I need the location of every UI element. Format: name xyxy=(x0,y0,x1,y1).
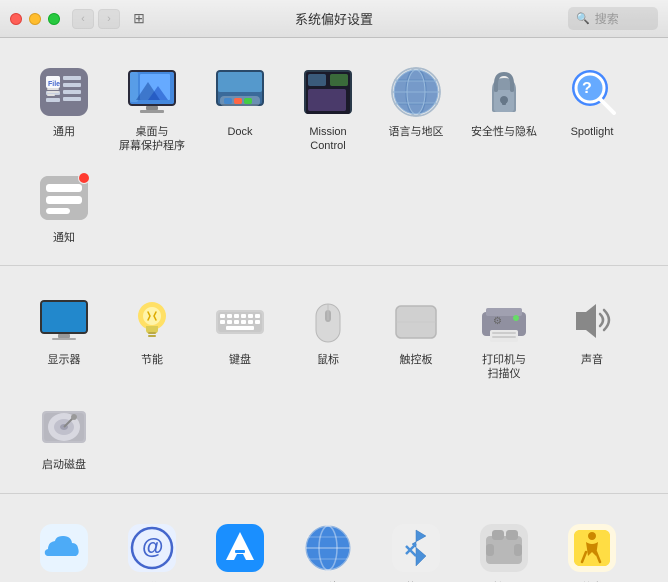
notifications-pref[interactable]: 通知 xyxy=(20,162,108,253)
internet-section: iCloud @ 互联网 帐户 xyxy=(0,494,668,582)
search-icon: 🔍 xyxy=(576,12,590,25)
appstore-icon xyxy=(212,520,268,576)
hardware-section: 显示器 xyxy=(0,266,668,494)
personal-grid: File 通用 xyxy=(20,56,648,253)
extensions-icon xyxy=(476,520,532,576)
extensions-pref[interactable]: 扩展 xyxy=(460,512,548,582)
forward-button[interactable]: › xyxy=(98,9,120,29)
trackpad-icon xyxy=(388,292,444,348)
security-label: 安全性与隐私 xyxy=(471,125,537,139)
mission-pref[interactable]: Mission Control xyxy=(284,56,372,162)
displays-pref[interactable]: 显示器 xyxy=(20,284,108,390)
mission-icon xyxy=(300,64,356,120)
search-box[interactable]: 🔍 搜索 xyxy=(568,7,658,30)
network-pref[interactable]: 网络 xyxy=(284,512,372,582)
search-placeholder: 搜索 xyxy=(595,10,619,27)
svg-text:⚙: ⚙ xyxy=(493,316,502,327)
sharing-icon xyxy=(564,520,620,576)
language-pref[interactable]: 语言与地区 xyxy=(372,56,460,162)
keyboard-pref[interactable]: 键盘 xyxy=(196,284,284,390)
startup-pref[interactable]: 启动磁盘 xyxy=(20,389,108,480)
close-button[interactable] xyxy=(10,13,22,25)
trackpad-pref[interactable]: 触控板 xyxy=(372,284,460,390)
internet-pref[interactable]: @ 互联网 帐户 xyxy=(108,512,196,582)
back-button[interactable]: ‹ xyxy=(72,9,94,29)
security-icon xyxy=(476,64,532,120)
svg-text:?: ? xyxy=(582,80,592,97)
icloud-icon xyxy=(36,520,92,576)
window-controls xyxy=(10,13,60,25)
svg-text:File: File xyxy=(48,81,60,88)
spotlight-label: Spotlight xyxy=(571,125,614,139)
desktop-pref[interactable]: 桌面与 屏幕保护程序 xyxy=(108,56,196,162)
mission-label: Mission Control xyxy=(309,125,346,154)
printers-label: 打印机与 扫描仪 xyxy=(482,353,526,382)
maximize-button[interactable] xyxy=(48,13,60,25)
notifications-badge xyxy=(78,172,90,184)
bluetooth-icon xyxy=(388,520,444,576)
window-title: 系统偏好设置 xyxy=(295,9,373,28)
bluetooth-pref[interactable]: 蓝牙 xyxy=(372,512,460,582)
keyboard-label: 键盘 xyxy=(229,353,251,367)
mouse-pref[interactable]: 鼠标 xyxy=(284,284,372,390)
sharing-pref[interactable]: 共享 xyxy=(548,512,636,582)
network-icon xyxy=(300,520,356,576)
preferences-content: File 通用 xyxy=(0,38,668,582)
internet-grid: iCloud @ 互联网 帐户 xyxy=(20,512,648,582)
startup-label: 启动磁盘 xyxy=(42,458,86,472)
desktop-icon xyxy=(124,64,180,120)
energy-icon xyxy=(124,292,180,348)
energy-pref[interactable]: 节能 xyxy=(108,284,196,390)
desktop-label: 桌面与 屏幕保护程序 xyxy=(119,125,185,154)
language-icon xyxy=(388,64,444,120)
internet-icon: @ xyxy=(124,520,180,576)
printers-icon: ⚙ xyxy=(476,292,532,348)
spotlight-pref[interactable]: ? Spotlight xyxy=(548,56,636,162)
sound-icon xyxy=(564,292,620,348)
notifications-icon xyxy=(36,170,92,226)
keyboard-icon xyxy=(212,292,268,348)
language-label: 语言与地区 xyxy=(389,125,444,139)
printers-pref[interactable]: ⚙ 打印机与 扫描仪 xyxy=(460,284,548,390)
notifications-label: 通知 xyxy=(53,231,75,245)
minimize-button[interactable] xyxy=(29,13,41,25)
security-pref[interactable]: 安全性与隐私 xyxy=(460,56,548,162)
mouse-label: 鼠标 xyxy=(317,353,339,367)
trackpad-label: 触控板 xyxy=(400,353,433,367)
displays-icon xyxy=(36,292,92,348)
general-label: 通用 xyxy=(53,125,75,139)
spotlight-icon: ? xyxy=(564,64,620,120)
sound-pref[interactable]: 声音 xyxy=(548,284,636,390)
hardware-grid: 显示器 xyxy=(20,284,648,481)
energy-label: 节能 xyxy=(141,353,163,367)
appstore-pref[interactable]: App Store xyxy=(196,512,284,582)
mouse-icon xyxy=(300,292,356,348)
nav-buttons: ‹ › xyxy=(72,9,120,29)
general-pref[interactable]: File 通用 xyxy=(20,56,108,162)
dock-pref[interactable]: Dock xyxy=(196,56,284,162)
titlebar: ‹ › ⊞ 系统偏好设置 🔍 搜索 xyxy=(0,0,668,38)
svg-text:@: @ xyxy=(142,534,163,559)
icloud-pref[interactable]: iCloud xyxy=(20,512,108,582)
sound-label: 声音 xyxy=(581,353,603,367)
general-icon: File xyxy=(36,64,92,120)
startup-icon xyxy=(36,397,92,453)
dock-label: Dock xyxy=(227,125,252,139)
personal-section: File 通用 xyxy=(0,38,668,266)
dock-icon xyxy=(212,64,268,120)
grid-view-button[interactable]: ⊞ xyxy=(128,9,150,29)
displays-label: 显示器 xyxy=(48,353,81,367)
